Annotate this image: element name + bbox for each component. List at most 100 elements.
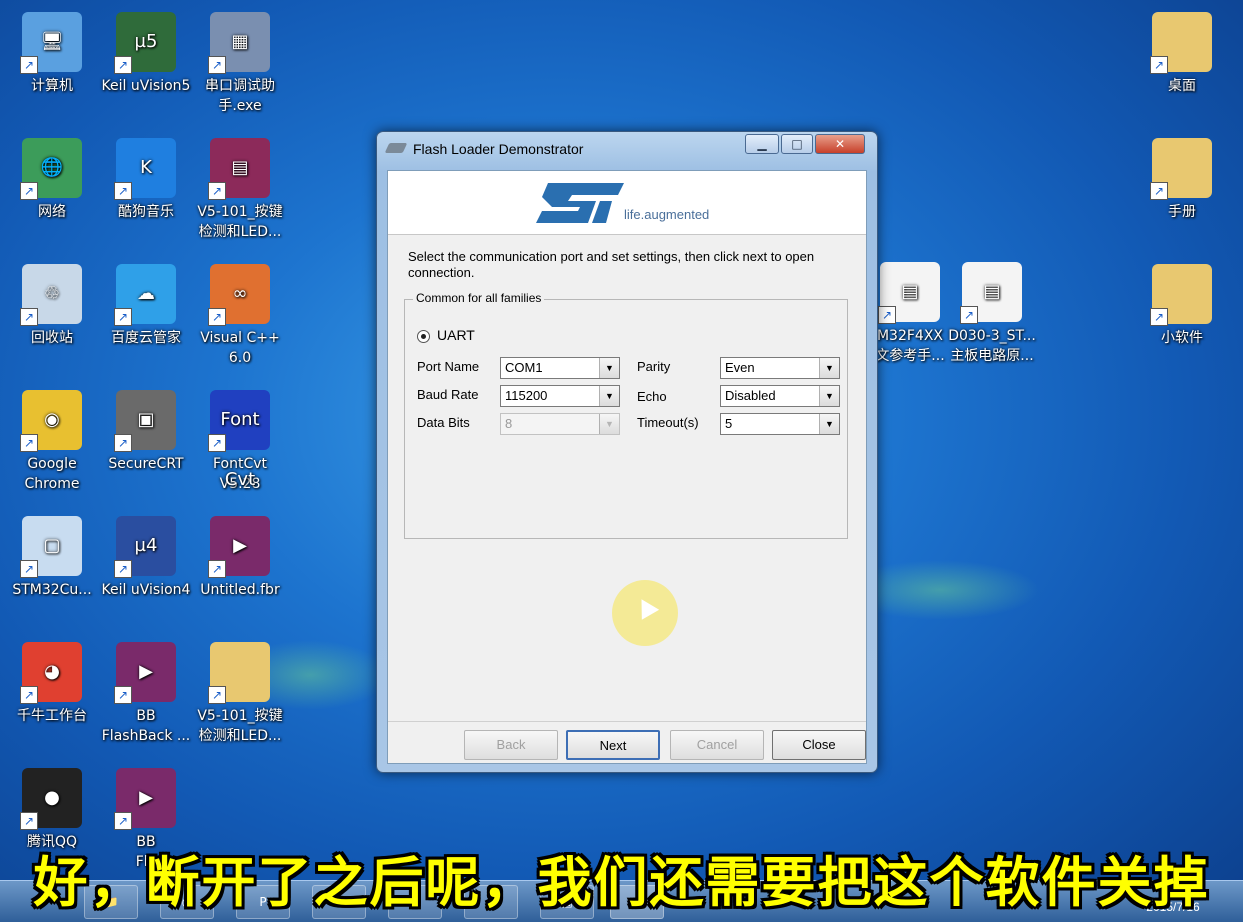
timeout-select[interactable]: 5 ▼ xyxy=(720,413,840,435)
shortcut-arrow-icon: ↗ xyxy=(208,56,226,74)
desktop-icon-label: 网络 xyxy=(38,204,66,220)
maximize-button[interactable]: □ xyxy=(781,134,813,154)
chevron-down-icon[interactable]: ▼ xyxy=(599,358,619,378)
desktop-icon[interactable]: ▶ ↗ Untitled.fbr xyxy=(192,516,288,600)
desktop-icon[interactable]: ☁ ↗ 百度云管家 xyxy=(98,264,194,348)
video-subtitle: 好，断开了之后呢，我们还需要把这个软件关掉 xyxy=(33,851,1210,914)
shortcut-arrow-icon: ↗ xyxy=(114,812,132,830)
desktop-icon[interactable]: ▦ ↗ 串口调试助 手.exe xyxy=(192,12,288,116)
desktop-icon-label: 酷狗音乐 xyxy=(118,204,174,220)
fbr-file-icon: ▶ ↗ xyxy=(208,516,270,578)
computer-icon: 🖥 ↗ xyxy=(20,12,82,74)
folder-icon: ↗ xyxy=(1150,138,1212,200)
qq-icon: ● ↗ xyxy=(20,768,82,830)
desktop-icon[interactable]: ↗ 小软件 xyxy=(1134,264,1230,348)
desktop-icon[interactable]: µ4 ↗ Keil uVision4 xyxy=(98,516,194,600)
port-name-value: COM1 xyxy=(505,360,543,375)
desktop-icon[interactable]: µ5 ↗ Keil uVision5 xyxy=(98,12,194,96)
desktop-icon[interactable]: ↗ 桌面 xyxy=(1134,12,1230,96)
close-button[interactable]: Close xyxy=(772,730,866,760)
next-button[interactable]: Next xyxy=(566,730,660,760)
folder-icon: ↗ xyxy=(1150,264,1212,326)
desktop-icon[interactable]: ◉ ↗ Google Chrome xyxy=(4,390,100,494)
desktop-icon[interactable]: ↗ V5-101_按键 检测和LED... xyxy=(192,642,288,746)
desktop-icon[interactable]: ↗ 手册 xyxy=(1134,138,1230,222)
st-tagline: life.augmented xyxy=(624,207,710,222)
serial-tool-icon: ▦ ↗ xyxy=(208,12,270,74)
echo-select[interactable]: Disabled ▼ xyxy=(720,385,840,407)
shortcut-arrow-icon: ↗ xyxy=(960,306,978,324)
chevron-down-icon[interactable]: ▼ xyxy=(599,386,619,406)
chevron-down-icon[interactable]: ▼ xyxy=(819,386,839,406)
stm32cube-icon: ▢ ↗ xyxy=(20,516,82,578)
desktop-icon-label: D030-3_ST... 主板电路原... xyxy=(948,328,1036,364)
baud-rate-select[interactable]: 115200 ▼ xyxy=(500,385,620,407)
shortcut-arrow-icon: ↗ xyxy=(114,308,132,326)
parity-select[interactable]: Even ▼ xyxy=(720,357,840,379)
desktop-icon[interactable]: K ↗ 酷狗音乐 xyxy=(98,138,194,222)
st-banner: life.augmented xyxy=(388,171,866,235)
shortcut-arrow-icon: ↗ xyxy=(20,812,38,830)
shortcut-arrow-icon: ↗ xyxy=(20,308,38,326)
folder-icon: ↗ xyxy=(208,642,270,704)
shortcut-arrow-icon: ↗ xyxy=(114,686,132,704)
window-title: Flash Loader Demonstrator xyxy=(413,141,584,157)
echo-value: Disabled xyxy=(725,388,776,403)
shortcut-arrow-icon: ↗ xyxy=(878,306,896,324)
desktop-icon[interactable]: Font Cvt↗FontCvt V5.28 xyxy=(192,390,288,494)
data-bits-label: Data Bits xyxy=(417,415,470,430)
desktop-icon[interactable]: ∞ ↗ Visual C++ 6.0 xyxy=(192,264,288,368)
uart-radio[interactable] xyxy=(417,330,430,343)
desktop-icon[interactable]: ◕ ↗ 千牛工作台 xyxy=(4,642,100,726)
chrome-icon: ◉ ↗ xyxy=(20,390,82,452)
shortcut-arrow-icon: ↗ xyxy=(114,182,132,200)
desktop-icon-label: Keil uVision5 xyxy=(101,78,191,94)
desktop-icon[interactable]: ▶ ↗ BB FlashBack ... xyxy=(98,642,194,746)
desktop-icon-label: 百度云管家 xyxy=(111,330,181,346)
group-title: Common for all families xyxy=(413,291,545,305)
shortcut-arrow-icon: ↗ xyxy=(20,434,38,452)
baud-rate-value: 115200 xyxy=(505,388,548,403)
keil-uvision5-icon: µ5 ↗ xyxy=(114,12,176,74)
chevron-down-icon: ▼ xyxy=(599,414,619,434)
shortcut-arrow-icon: ↗ xyxy=(208,686,226,704)
parity-label: Parity xyxy=(637,359,671,374)
port-name-select[interactable]: COM1 ▼ xyxy=(500,357,620,379)
close-window-button[interactable]: ✕ xyxy=(815,134,865,154)
shortcut-arrow-icon: ↗ xyxy=(1150,56,1168,74)
shortcut-arrow-icon: ↗ xyxy=(114,434,132,452)
desktop-icon[interactable]: 🖥 ↗ 计算机 xyxy=(4,12,100,96)
bb-flashback-icon: ▶ ↗ xyxy=(114,642,176,704)
uart-radio-label[interactable]: UART xyxy=(437,327,475,343)
shortcut-arrow-icon: ↗ xyxy=(114,56,132,74)
desktop-icon[interactable]: 🌐 ↗ 网络 xyxy=(4,138,100,222)
shortcut-arrow-icon: ↗ xyxy=(20,686,38,704)
baidu-cloud-icon: ☁ ↗ xyxy=(114,264,176,326)
shortcut-arrow-icon: ↗ xyxy=(20,182,38,200)
desktop-icon[interactable]: ▣ ↗ SecureCRT xyxy=(98,390,194,474)
desktop-icon-label: 回收站 xyxy=(31,330,73,346)
chevron-down-icon[interactable]: ▼ xyxy=(819,414,839,434)
desktop-icon[interactable]: ♲ ↗ 回收站 xyxy=(4,264,100,348)
chevron-down-icon[interactable]: ▼ xyxy=(819,358,839,378)
folder-icon: ↗ xyxy=(1150,12,1212,74)
desktop-icon-label: 桌面 xyxy=(1168,78,1196,94)
desktop-icon[interactable]: ▤ ↗ V5-101_按键 检测和LED... xyxy=(192,138,288,242)
keil-uvision4-icon: µ4 ↗ xyxy=(114,516,176,578)
echo-label: Echo xyxy=(637,389,667,404)
port-name-label: Port Name xyxy=(417,359,480,374)
minimize-button[interactable]: ▁ xyxy=(745,134,779,154)
window-titlebar[interactable]: Flash Loader Demonstrator ▁ □ ✕ xyxy=(377,132,877,166)
app-icon xyxy=(384,143,408,153)
desktop-icon-label: 串口调试助 手.exe xyxy=(205,78,275,114)
desktop-icon-label: 千牛工作台 xyxy=(17,708,87,724)
st-logo-icon xyxy=(536,183,624,223)
desktop-icon-label: Keil uVision4 xyxy=(101,582,191,598)
cancel-button[interactable]: Cancel xyxy=(670,730,764,760)
flash-loader-window: Flash Loader Demonstrator ▁ □ ✕ life.aug… xyxy=(376,131,878,773)
desktop-icon[interactable]: ▤ ↗ D030-3_ST... 主板电路原... xyxy=(944,262,1040,366)
desktop-icon[interactable]: ▢ ↗ STM32Cu... xyxy=(4,516,100,600)
rar-archive-icon: ▤ ↗ xyxy=(208,138,270,200)
shortcut-arrow-icon: ↗ xyxy=(20,56,38,74)
back-button[interactable]: Back xyxy=(464,730,558,760)
